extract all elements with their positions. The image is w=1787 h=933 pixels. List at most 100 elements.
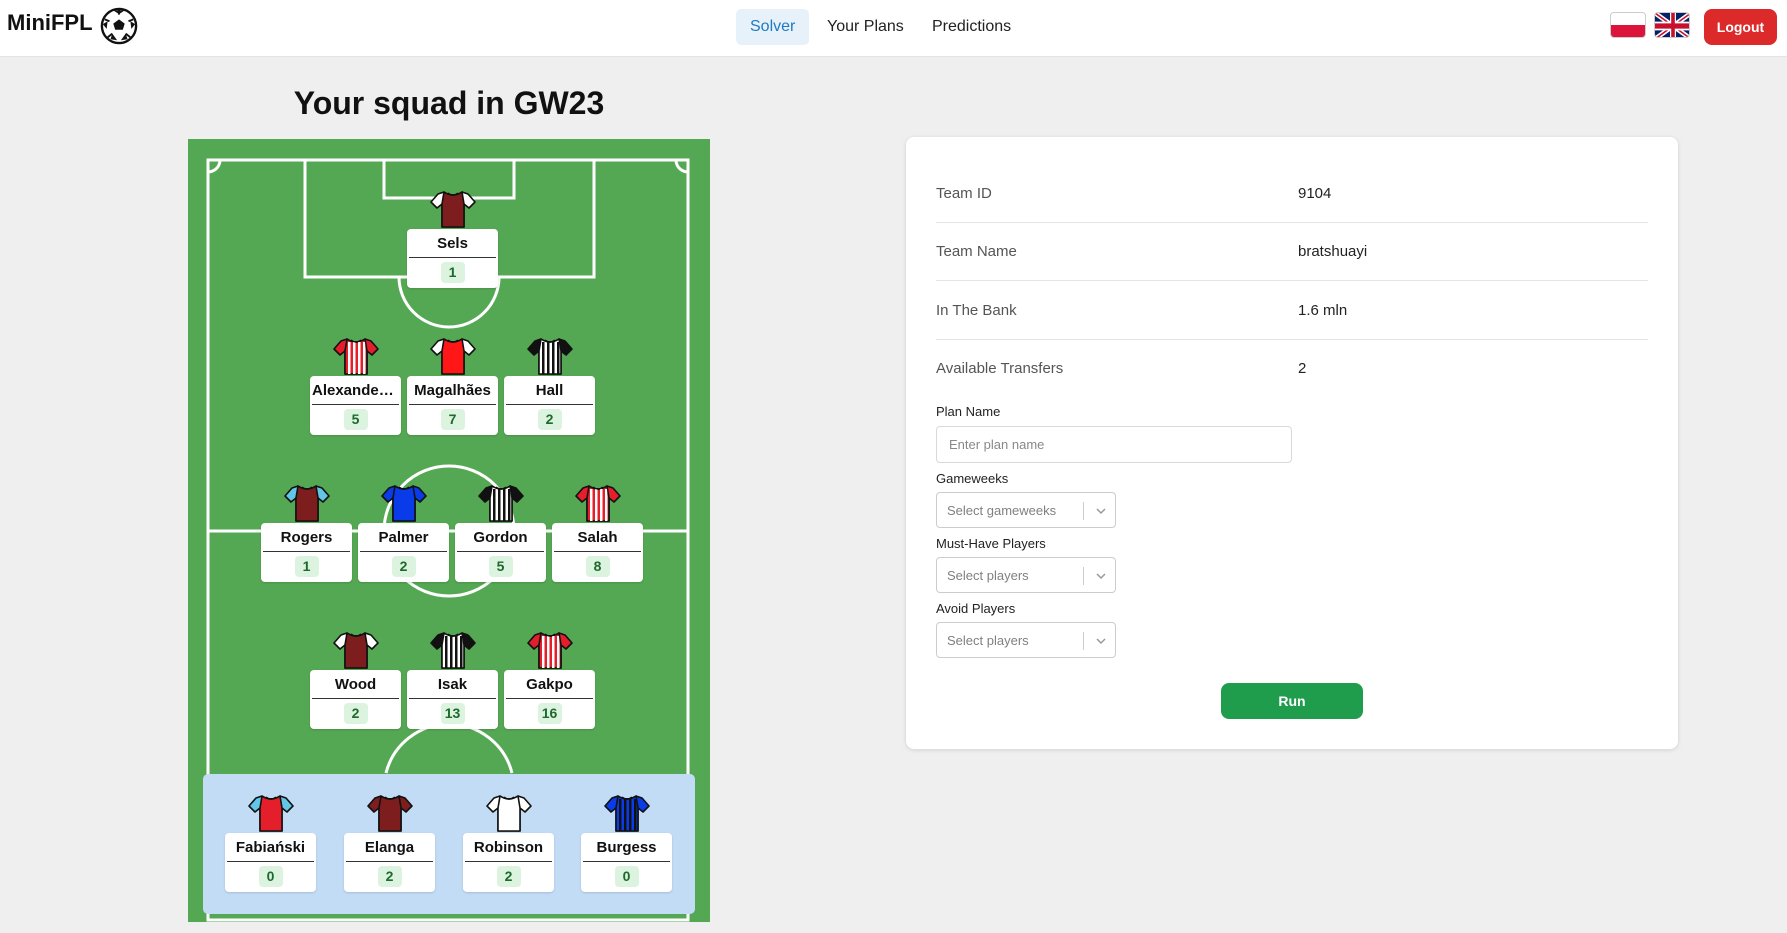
bench-player-card[interactable]: Robinson 2: [463, 793, 554, 892]
player-card[interactable]: Gordon 5: [455, 483, 546, 582]
player-card[interactable]: Wood 2: [310, 630, 401, 729]
chevron-down-icon[interactable]: [1093, 568, 1109, 584]
run-button[interactable]: Run: [1221, 683, 1363, 719]
team-name-row: Team Name bratshuayi: [936, 223, 1648, 281]
jersey-icon: [429, 191, 476, 228]
avoid-placeholder: Select players: [947, 633, 1029, 648]
player-points: 2: [391, 556, 416, 577]
player-info: Magalhães 7: [407, 376, 498, 435]
jersey-icon: [247, 795, 294, 832]
player-points: 1: [294, 556, 319, 577]
bench-player-card[interactable]: Fabiański 0: [225, 793, 316, 892]
player-card[interactable]: Salah 8: [552, 483, 643, 582]
player-info: Robinson 2: [463, 833, 554, 892]
player-info: Sels 1: [407, 229, 498, 288]
player-points: 8: [585, 556, 610, 577]
plan-name-input[interactable]: Enter plan name: [936, 426, 1292, 463]
team-id-value: 9104: [1298, 185, 1332, 202]
select-separator: [1083, 502, 1084, 520]
gameweeks-label: Gameweeks: [936, 471, 1009, 486]
player-points: 2: [537, 409, 562, 430]
team-id-row: Team ID 9104: [936, 165, 1648, 223]
player-points: 5: [488, 556, 513, 577]
player-points: 7: [440, 409, 465, 430]
player-name: Fabiański: [227, 833, 314, 862]
jersey-icon: [477, 485, 524, 522]
transfers-label: Available Transfers: [936, 360, 1064, 377]
player-name: Palmer: [360, 523, 447, 552]
jersey-icon: [526, 338, 573, 375]
player-points: 0: [258, 866, 283, 887]
bank-label: In The Bank: [936, 302, 1017, 319]
avoid-select[interactable]: Select players: [936, 622, 1116, 658]
polish-flag-icon[interactable]: [1610, 12, 1646, 38]
player-points: 5: [343, 409, 368, 430]
bench-player-card[interactable]: Burgess 0: [581, 793, 672, 892]
jersey-icon: [380, 485, 427, 522]
player-name: Rogers: [263, 523, 350, 552]
player-card[interactable]: Palmer 2: [358, 483, 449, 582]
must-have-label: Must-Have Players: [936, 536, 1046, 551]
player-points: 13: [440, 703, 465, 724]
soccer-ball-icon: [100, 7, 138, 45]
player-points: 0: [614, 866, 639, 887]
player-name: Elanga: [346, 833, 433, 862]
player-name: Salah: [554, 523, 641, 552]
player-info: Fabiański 0: [225, 833, 316, 892]
team-id-label: Team ID: [936, 185, 992, 202]
player-card[interactable]: Alexander-... 5: [310, 336, 401, 435]
player-name: Gakpo: [506, 670, 593, 699]
must-have-placeholder: Select players: [947, 568, 1029, 583]
jersey-icon: [574, 485, 621, 522]
jersey-icon: [366, 795, 413, 832]
gameweeks-select[interactable]: Select gameweeks: [936, 492, 1116, 528]
player-card[interactable]: Gakpo 16: [504, 630, 595, 729]
player-points: 16: [537, 703, 562, 724]
top-navbar: MiniFPL Solver Your Plans Predictions Lo…: [0, 0, 1787, 57]
chevron-down-icon[interactable]: [1093, 503, 1109, 519]
player-card[interactable]: Hall 2: [504, 336, 595, 435]
chevron-down-icon[interactable]: [1093, 633, 1109, 649]
team-name-value: bratshuayi: [1298, 243, 1368, 260]
nav-your-plans[interactable]: Your Plans: [813, 9, 918, 45]
uk-flag-icon[interactable]: [1654, 12, 1690, 38]
must-have-select[interactable]: Select players: [936, 557, 1116, 593]
nav-predictions[interactable]: Predictions: [918, 9, 1025, 45]
player-info: Wood 2: [310, 670, 401, 729]
player-name: Magalhães: [409, 376, 496, 405]
transfers-row: Available Transfers 2: [936, 340, 1648, 398]
player-info: Palmer 2: [358, 523, 449, 582]
player-card[interactable]: Rogers 1: [261, 483, 352, 582]
jersey-icon: [526, 632, 573, 669]
player-info: Gakpo 16: [504, 670, 595, 729]
player-name: Sels: [409, 229, 496, 258]
select-separator: [1083, 567, 1084, 585]
team-name-label: Team Name: [936, 243, 1017, 260]
brand-name[interactable]: MiniFPL: [7, 10, 93, 36]
player-name: Robinson: [465, 833, 552, 862]
gameweeks-placeholder: Select gameweeks: [947, 503, 1057, 518]
player-info: Salah 8: [552, 523, 643, 582]
nav-solver[interactable]: Solver: [736, 9, 810, 45]
player-card[interactable]: Magalhães 7: [407, 336, 498, 435]
jersey-icon: [332, 632, 379, 669]
player-card[interactable]: Sels 1: [407, 189, 498, 288]
player-info: Hall 2: [504, 376, 595, 435]
player-info: Burgess 0: [581, 833, 672, 892]
player-name: Hall: [506, 376, 593, 405]
logout-button[interactable]: Logout: [1704, 9, 1777, 45]
bench-player-card[interactable]: Elanga 2: [344, 793, 435, 892]
player-name: Burgess: [583, 833, 670, 862]
player-card[interactable]: Isak 13: [407, 630, 498, 729]
transfers-value: 2: [1298, 360, 1307, 377]
plan-name-label: Plan Name: [936, 404, 1001, 419]
jersey-icon: [429, 632, 476, 669]
bank-row: In The Bank 1.6 mln: [936, 282, 1648, 340]
player-info: Isak 13: [407, 670, 498, 729]
team-info-panel: Team ID 9104 Team Name bratshuayi In The…: [906, 137, 1678, 749]
jersey-icon: [429, 338, 476, 375]
select-separator: [1083, 632, 1084, 650]
player-info: Elanga 2: [344, 833, 435, 892]
player-points: 1: [440, 262, 465, 283]
player-info: Alexander-... 5: [310, 376, 401, 435]
